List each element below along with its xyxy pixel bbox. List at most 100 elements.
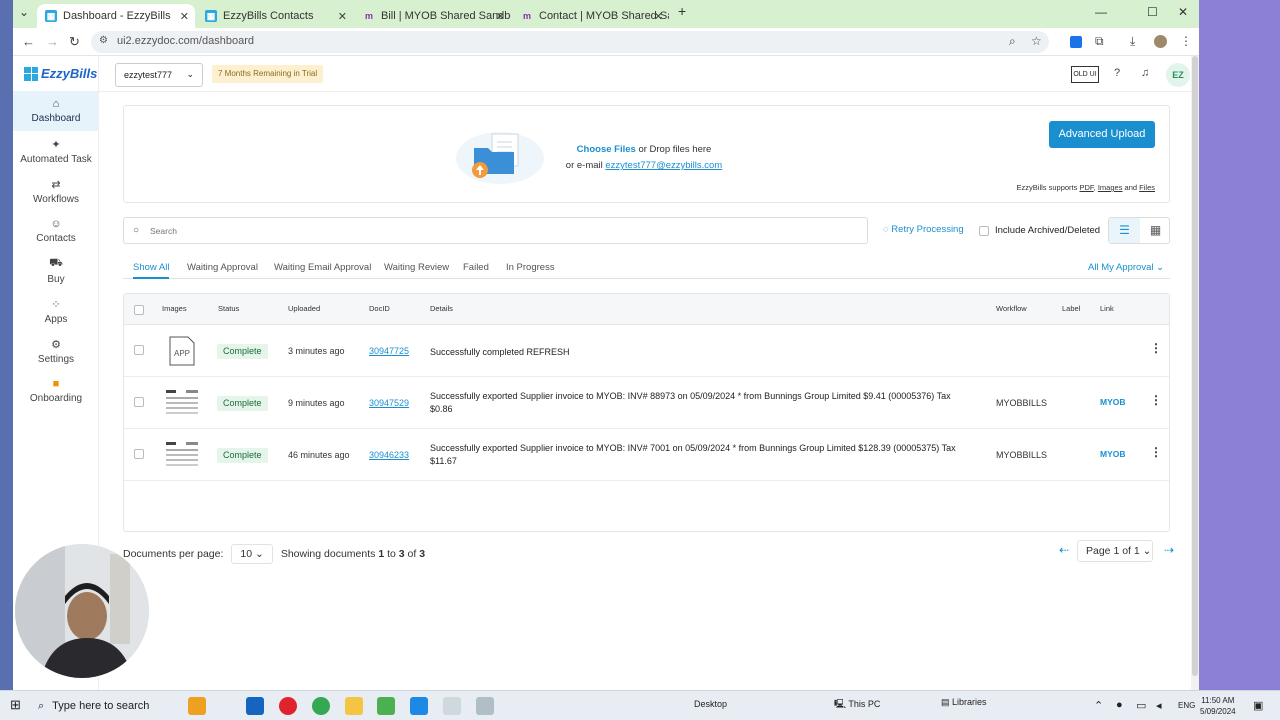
back-icon[interactable]: ←	[22, 34, 35, 49]
account-select[interactable]: ezzytest777 ⌄	[115, 63, 203, 87]
include-archived-toggle[interactable]: Include Archived/Deleted	[979, 225, 1100, 236]
snipping-tool-icon[interactable]	[443, 697, 461, 715]
row-checkbox[interactable]	[134, 345, 144, 355]
include-archived-checkbox[interactable]	[979, 225, 989, 236]
pdf-link[interactable]: PDF	[1079, 183, 1093, 192]
tray-expand-icon[interactable]: ⌃	[1094, 699, 1103, 712]
extension-icon[interactable]	[1070, 36, 1082, 48]
this-pc-toolbar[interactable]: 🖳 This PC	[834, 697, 880, 713]
tab-failed[interactable]: Failed	[463, 262, 489, 273]
close-window-icon[interactable]: ✕	[1178, 5, 1188, 19]
bookmark-star-icon[interactable]: ☆	[1031, 34, 1042, 48]
upload-dropzone[interactable]: Choose Files or Drop files here or e-mai…	[123, 105, 1170, 203]
myob-link[interactable]: MYOB	[1100, 397, 1126, 407]
app-file-thumbnail[interactable]: APP	[164, 335, 200, 367]
table-row[interactable]: APP Complete 3 minutes ago 30947725 Succ…	[124, 325, 1169, 377]
file-explorer-icon[interactable]	[345, 697, 363, 715]
advanced-upload-button[interactable]: Advanced Upload	[1049, 121, 1155, 148]
volume-icon[interactable]: ◂	[1156, 699, 1162, 712]
docid-link[interactable]: 30947529	[369, 398, 409, 408]
close-tab-icon[interactable]: ✕	[654, 10, 663, 23]
sidebar-item-onboarding[interactable]: ■ Onboarding	[13, 371, 99, 411]
approval-filter-dropdown[interactable]: All My Approval ⌄	[1088, 262, 1164, 273]
tab-show-all[interactable]: Show All	[133, 262, 170, 279]
download-icon[interactable]: ⤓	[1130, 34, 1135, 49]
libraries-toolbar[interactable]: ▤ Libraries	[941, 697, 987, 708]
ezzybills-logo[interactable]: EzzyBills	[24, 66, 97, 81]
site-info-icon[interactable]: ⚙	[99, 35, 108, 46]
per-page-select[interactable]: 10 ⌄	[231, 544, 273, 564]
network-icon[interactable]: ▭	[1136, 699, 1146, 712]
bell-icon[interactable]: ♫	[1141, 67, 1149, 79]
sidebar-item-apps[interactable]: ⁘ Apps	[13, 291, 99, 331]
next-page-icon[interactable]: ⇢	[1164, 543, 1174, 557]
tab-waiting-approval[interactable]: Waiting Approval	[187, 262, 258, 273]
sidebar-item-automated-task[interactable]: ✦ Automated Task	[13, 131, 99, 171]
tab-waiting-email-approval[interactable]: Waiting Email Approval	[274, 262, 371, 273]
forward-icon[interactable]: →	[46, 34, 59, 49]
invoice-thumbnail[interactable]	[164, 439, 200, 471]
page-select[interactable]: Page 1 of 1 ⌄	[1077, 540, 1153, 562]
minimize-icon[interactable]: —	[1095, 5, 1107, 19]
close-tab-icon[interactable]: ✕	[496, 10, 505, 23]
upload-email-link[interactable]: ezzytest777@ezzybills.com	[605, 160, 722, 171]
new-tab-icon[interactable]: +	[678, 3, 686, 19]
close-tab-icon[interactable]: ✕	[180, 10, 189, 23]
sidebar-item-workflows[interactable]: ⇄ Workflows	[13, 171, 99, 211]
table-row[interactable]: Complete 46 minutes ago 30946233 Success…	[124, 429, 1169, 481]
retry-processing-button[interactable]: ◌ Retry Processing	[883, 224, 964, 235]
table-row[interactable]: Complete 9 minutes ago 30947529 Successf…	[124, 377, 1169, 429]
search-field[interactable]: ○	[123, 217, 868, 244]
windows-start-icon[interactable]: ⊞	[10, 697, 21, 713]
reload-icon[interactable]: ↻	[69, 34, 80, 50]
tab-search-icon[interactable]: ⌄	[19, 5, 29, 19]
tab-myob-contact[interactable]: m Contact | MYOB Shared Sandbo ✕	[513, 4, 669, 28]
tab-waiting-review[interactable]: Waiting Review	[384, 262, 449, 273]
help-icon[interactable]: ?	[1114, 67, 1120, 79]
maximize-icon[interactable]: ☐	[1147, 5, 1158, 19]
invoice-thumbnail[interactable]	[164, 387, 200, 419]
row-checkbox[interactable]	[134, 449, 144, 459]
docid-link[interactable]: 30947725	[369, 346, 409, 356]
tab-dashboard[interactable]: ▦ Dashboard - EzzyBills ✕	[37, 4, 195, 28]
prev-page-icon[interactable]: ⇠	[1059, 543, 1069, 557]
browser-menu-icon[interactable]: ⋮	[1180, 34, 1192, 48]
notes-app-icon[interactable]	[377, 697, 395, 715]
row-menu-icon[interactable]: ⋮	[1150, 445, 1162, 459]
avatar[interactable]: EZ	[1166, 63, 1190, 87]
files-link[interactable]: Files	[1139, 183, 1155, 192]
zoom-icon[interactable]: ⌕	[1009, 34, 1016, 49]
search-input[interactable]	[150, 222, 850, 240]
microphone-icon[interactable]: ●	[1116, 699, 1123, 711]
row-checkbox[interactable]	[134, 397, 144, 407]
list-view-icon[interactable]: ☰	[1109, 218, 1140, 243]
chrome-icon[interactable]	[312, 697, 330, 715]
desktop-toolbar[interactable]: Desktop	[694, 699, 727, 709]
row-menu-icon[interactable]: ⋮	[1150, 341, 1162, 355]
sidebar-item-settings[interactable]: ⚙ Settings	[13, 331, 99, 371]
select-all-checkbox[interactable]	[134, 305, 144, 315]
system-clock[interactable]: 11:50 AM 5/09/2024	[1200, 695, 1236, 717]
page-scrollbar[interactable]	[1191, 56, 1199, 690]
images-link[interactable]: Images	[1098, 183, 1123, 192]
scrollbar-thumb[interactable]	[1192, 56, 1198, 676]
notification-icon[interactable]: ▣	[1253, 699, 1263, 712]
sidebar-item-dashboard[interactable]: ⌂ Dashboard	[13, 91, 99, 131]
outlook-icon[interactable]	[246, 697, 264, 715]
url-field[interactable]: ⚙ ui2.ezzydoc.com/dashboard ⌕ ☆	[91, 31, 1049, 53]
taskbar-search[interactable]: ⌕ Type here to search	[32, 693, 180, 719]
myob-link[interactable]: MYOB	[1100, 449, 1126, 459]
choose-files-link[interactable]: Choose Files	[577, 144, 636, 155]
profile-avatar-icon[interactable]	[1154, 35, 1167, 48]
tab-contacts[interactable]: ▦ EzzyBills Contacts ✕	[197, 4, 353, 28]
grid-view-icon[interactable]: ▦	[1140, 218, 1171, 243]
language-indicator[interactable]: ENG	[1178, 701, 1195, 710]
tab-myob-bill[interactable]: m Bill | MYOB Shared Sandbox 09 ✕	[355, 4, 511, 28]
docid-link[interactable]: 30946233	[369, 450, 409, 460]
opera-icon[interactable]	[279, 697, 297, 715]
old-ui-button[interactable]: OLD UI	[1071, 66, 1099, 83]
ezzybills-app-icon[interactable]	[410, 697, 428, 715]
tab-in-progress[interactable]: In Progress	[506, 262, 555, 273]
briefcase-app-icon[interactable]	[188, 697, 206, 715]
sidebar-item-buy[interactable]: ⛟ Buy	[13, 251, 99, 291]
